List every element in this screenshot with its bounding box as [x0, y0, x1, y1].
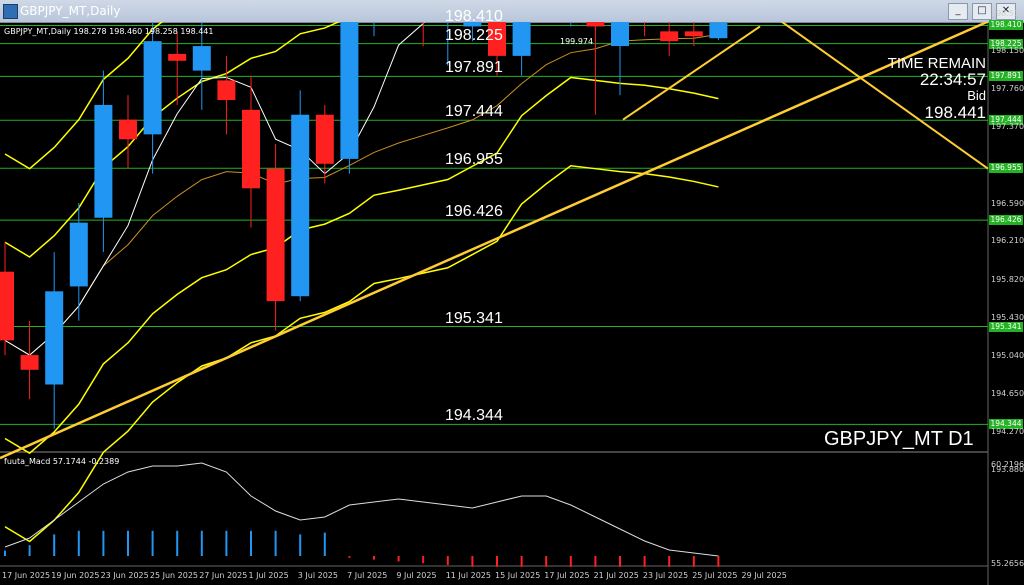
date-axis-tick: 3 Jul 2025	[297, 571, 338, 580]
date-axis-tick: 19 Jun 2025	[51, 571, 100, 580]
minimize-button[interactable]: _	[948, 3, 968, 20]
price-axis-tick: 198.530	[991, 8, 1024, 18]
price-axis-tick: 195.040	[991, 351, 1024, 361]
date-axis-tick: 21 Jul 2025	[593, 571, 639, 580]
price-axis-tick: 197.370	[991, 122, 1024, 132]
price-tag: 196.955	[989, 163, 1023, 174]
candle-body	[217, 80, 236, 101]
title-bar: GBPJPY_MT,Daily _ □ ✕	[0, 0, 1024, 23]
price-axis-tick: 198.150	[991, 45, 1024, 55]
candle-body	[119, 119, 137, 140]
date-axis-tick: 1 Jul 2025	[248, 571, 289, 580]
chart-window: GBPJPY_MT,Daily _ □ ✕ GBPJPY_MT,Daily 19…	[0, 0, 1024, 585]
date-axis-tick: 7 Jul 2025	[347, 571, 388, 580]
date-axis-tick: 29 Jul 2025	[741, 571, 787, 580]
level-label: 195.341	[445, 309, 503, 327]
level-label: 196.955	[445, 151, 503, 169]
candle-body	[684, 31, 703, 37]
candle-body	[660, 31, 679, 42]
date-axis-tick: 27 Jun 2025	[199, 571, 248, 580]
level-label: 197.444	[445, 103, 503, 121]
bid-label: Bid	[967, 88, 986, 103]
chart-icon	[3, 4, 18, 19]
date-axis-tick: 11 Jul 2025	[445, 571, 491, 580]
candle-body	[315, 114, 334, 164]
candle-body	[69, 222, 88, 287]
symbol-timeframe-label: GBPJPY_MT D1	[824, 428, 974, 450]
candle-body	[340, 22, 359, 159]
candle-body	[0, 271, 14, 341]
date-axis-tick: 23 Jun 2025	[100, 571, 149, 580]
date-axis-tick: 23 Jul 2025	[642, 571, 689, 580]
candle-body	[242, 109, 260, 189]
date-axis-tick: 17 Jul 2025	[544, 571, 590, 580]
candle-body	[20, 355, 39, 370]
price-axis-tick: 196.210	[991, 236, 1024, 246]
macd-axis-tick: 55.2656	[991, 559, 1024, 568]
candle-body	[266, 168, 285, 302]
price-tag: 197.891	[989, 71, 1023, 82]
price-tag: 196.426	[989, 215, 1023, 226]
level-label: 197.891	[445, 59, 503, 77]
price-tag: 195.341	[989, 321, 1023, 332]
candle-body	[512, 22, 531, 56]
level-label: 198.225	[445, 26, 503, 44]
price-axis-tick: 194.650	[991, 389, 1024, 399]
high-label: 199.974	[560, 37, 594, 46]
macd-axis-tick: 60.2196	[991, 460, 1024, 469]
candle-body	[586, 22, 605, 27]
candle-body	[709, 22, 728, 39]
candle-body	[192, 46, 211, 71]
date-axis-tick: 15 Jul 2025	[495, 571, 541, 580]
price-axis-tick: 194.270	[991, 426, 1024, 436]
candle-body	[45, 291, 64, 385]
date-axis-tick: 25 Jun 2025	[149, 571, 199, 580]
macd-header: fuuta_Macd 57.1744 -0.2389	[4, 457, 120, 466]
level-label: 194.344	[445, 407, 503, 425]
trend-line-short	[622, 25, 761, 121]
price-axis-tick: 197.760	[991, 84, 1024, 94]
chart-header: GBPJPY_MT,Daily 198.278 198.460 198.258 …	[4, 27, 214, 36]
bollinger-lower-2	[4, 164, 719, 543]
price-axis-tick: 195.820	[991, 274, 1024, 284]
candle-body	[291, 114, 310, 297]
maximize-button[interactable]: □	[972, 3, 992, 20]
date-axis-tick: 17 Jun 2025	[2, 571, 51, 580]
price-tag: 198.410	[989, 20, 1023, 31]
date-axis-tick: 25 Jul 2025	[692, 571, 738, 580]
candle-body	[611, 22, 629, 47]
candle-body	[94, 104, 113, 218]
macd-signal-line	[4, 462, 719, 557]
time-remain-value: 22:34:57	[919, 70, 986, 89]
date-axis-tick: 9 Jul 2025	[396, 571, 437, 580]
level-label: 198.410	[445, 8, 503, 26]
price-chart-canvas[interactable]	[0, 22, 1024, 585]
price-axis-tick: 195.430	[991, 312, 1024, 322]
candle-body	[168, 53, 187, 61]
candle-body	[143, 41, 162, 135]
price-axis-tick: 196.590	[991, 199, 1024, 208]
level-label: 196.426	[445, 203, 503, 221]
window-title: GBPJPY_MT,Daily	[20, 4, 121, 18]
bid-value: 198.441	[924, 103, 986, 122]
